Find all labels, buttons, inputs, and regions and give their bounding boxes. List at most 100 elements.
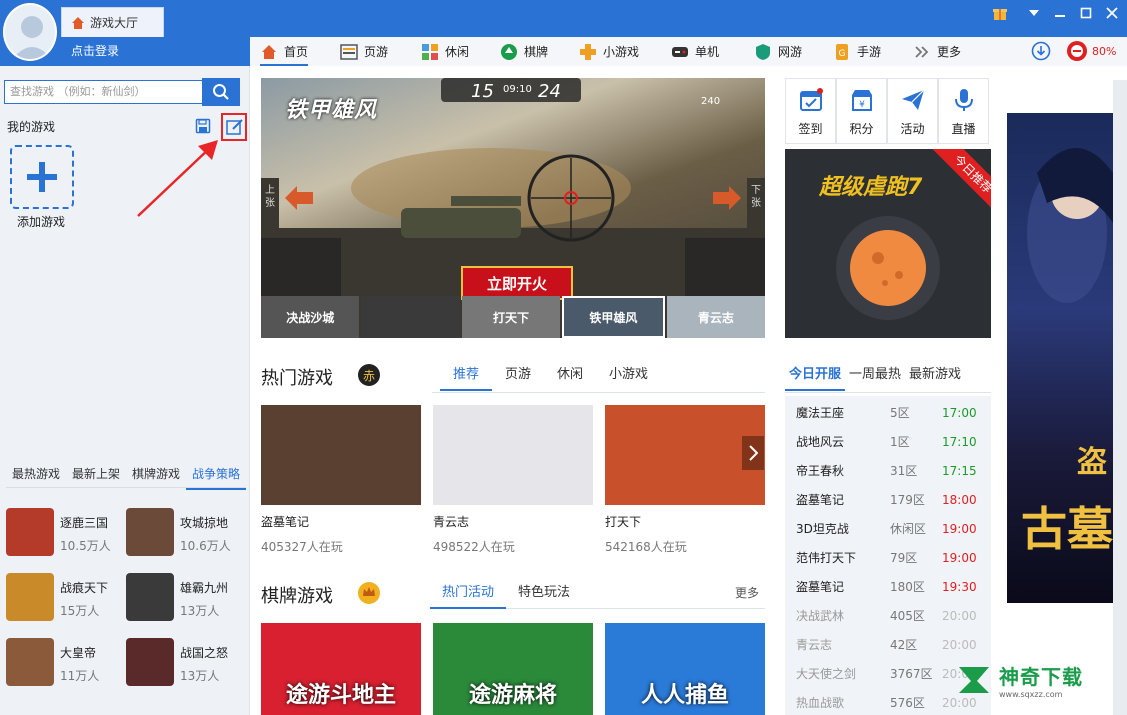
banner-thumbnail[interactable] xyxy=(361,296,460,338)
nav-item-label: 首页 xyxy=(284,45,309,59)
chess-tab-0[interactable]: 热门活动 xyxy=(430,580,507,609)
more-link[interactable]: 更多 xyxy=(735,584,759,601)
hot-tab-3[interactable]: 小游戏 xyxy=(596,362,661,388)
server-tab-2[interactable]: 最新游戏 xyxy=(905,362,965,388)
banner-prev-button[interactable]: 上张 xyxy=(261,178,279,230)
left-tab-0[interactable]: 最热游戏 xyxy=(6,461,66,487)
scrollbar[interactable] xyxy=(1113,80,1127,715)
close-button[interactable] xyxy=(1102,4,1122,22)
server-tab-1[interactable]: 一周最热 xyxy=(845,362,905,388)
left-category-tabs: 最热游戏 最新上架 棋牌游戏 战争策略 xyxy=(6,461,246,490)
quick-shop-button[interactable]: ¥ 积分 xyxy=(836,78,887,144)
gift-icon[interactable] xyxy=(990,4,1010,22)
save-icon[interactable] xyxy=(195,118,211,137)
side-ad[interactable]: 盗 古墓 xyxy=(1007,113,1113,603)
nav-item-6[interactable]: 网游 xyxy=(754,37,802,66)
arrow-right-icon[interactable] xyxy=(711,186,741,213)
server-zone: 1区 xyxy=(890,435,910,449)
search-input[interactable]: 查找游戏 （例如：新仙剑） xyxy=(4,80,202,104)
left-game-item[interactable]: 雄霸九州 13万人 xyxy=(126,573,228,621)
avatar[interactable] xyxy=(3,3,57,61)
left-game-item[interactable]: 逐鹿三国 10.5万人 xyxy=(6,508,111,556)
banner-next-button[interactable]: 下张 xyxy=(747,178,765,230)
add-game-button[interactable] xyxy=(10,145,74,209)
hot-game-card[interactable]: 打天下 542168人在玩 xyxy=(605,405,765,555)
banner-thumbnail[interactable]: 决战沙城 xyxy=(261,296,360,338)
divider xyxy=(432,392,765,393)
server-row[interactable]: 大天使之剑 3767区 20:00 xyxy=(796,659,981,688)
game-player-count: 10.5万人 xyxy=(60,539,111,553)
nav-item-0[interactable]: 首页 xyxy=(260,37,309,66)
server-game-name: 3D坦克战 xyxy=(796,522,849,536)
menu-dropdown-icon[interactable] xyxy=(1024,4,1044,22)
hot-game-card[interactable]: 盗墓笔记 405327人在玩 xyxy=(261,405,421,555)
ad-art xyxy=(1027,148,1113,303)
server-zone: 31区 xyxy=(890,464,918,478)
server-row[interactable]: 帝王春秋 31区 17:15 xyxy=(796,456,981,485)
game-players: 405327人在玩 xyxy=(261,540,343,554)
left-tab-2[interactable]: 棋牌游戏 xyxy=(126,461,186,487)
minimize-button[interactable] xyxy=(1050,4,1070,22)
chess-games-title: 棋牌游戏 xyxy=(261,586,333,607)
game-cover xyxy=(605,405,765,505)
banner-carousel[interactable]: 15 09:10 24 铁甲雄风 240 上张 下张 立即开火 决战沙城 打天下铁… xyxy=(261,78,765,338)
nav-item-label: 页游 xyxy=(364,45,389,59)
nav-item-2[interactable]: 休闲 xyxy=(421,37,469,66)
game-title: 青云志 xyxy=(433,515,470,529)
tab-game-hall[interactable]: 游戏大厅 xyxy=(61,7,164,37)
chess-game-card[interactable]: 人人捕鱼 xyxy=(605,623,765,715)
server-row[interactable]: 青云志 42区 20:00 xyxy=(796,630,981,659)
server-open-time: 17:10 xyxy=(942,434,977,449)
hot-game-card[interactable]: 青云志 498522人在玩 xyxy=(433,405,593,555)
search-button[interactable] xyxy=(202,78,240,106)
promo-card[interactable]: 超级虐跑7 今日推荐 xyxy=(785,149,991,338)
hot-next-button[interactable] xyxy=(742,436,764,470)
server-row[interactable]: 盗墓笔记 180区 19:30 xyxy=(796,572,981,601)
banner-thumbnail[interactable]: 打天下 xyxy=(461,296,561,338)
banner-thumbnail[interactable]: 铁甲雄风 xyxy=(562,296,665,338)
server-row[interactable]: 战地风云 1区 17:10 xyxy=(796,427,981,456)
left-game-item[interactable]: 大皇帝 11万人 xyxy=(6,638,99,686)
nav-item-8[interactable]: 更多 xyxy=(913,37,961,66)
server-row[interactable]: 决战武林 405区 20:00 xyxy=(796,601,981,630)
login-link[interactable]: 点击登录 xyxy=(71,42,119,59)
nav-item-label: 棋牌 xyxy=(524,45,549,59)
left-tab-3[interactable]: 战争策略 xyxy=(186,461,246,490)
performance-indicator[interactable]: 80% xyxy=(1066,40,1116,62)
arrow-left-icon[interactable] xyxy=(285,186,315,213)
server-row[interactable]: 魔法王座 5区 17:00 xyxy=(796,398,981,427)
left-game-item[interactable]: 攻城掠地 10.6万人 xyxy=(126,508,231,556)
chess-game-card[interactable]: 途游麻将 xyxy=(433,623,593,715)
quick-microphone-button[interactable]: 直播 xyxy=(938,78,989,144)
banner-thumbnail[interactable]: 青云志 xyxy=(666,296,765,338)
left-tab-1[interactable]: 最新上架 xyxy=(66,461,126,487)
web-game-icon xyxy=(340,43,358,61)
fire-now-button[interactable]: 立即开火 xyxy=(461,266,573,300)
server-row[interactable]: 范伟打天下 79区 19:00 xyxy=(796,543,981,572)
nav-item-4[interactable]: 小游戏 xyxy=(579,37,639,66)
server-row[interactable]: 3D坦克战 休闲区 19:00 xyxy=(796,514,981,543)
server-tab-0[interactable]: 今日开服 xyxy=(785,362,846,391)
quick-paper-plane-button[interactable]: 活动 xyxy=(887,78,938,144)
hot-tab-2[interactable]: 休闲 xyxy=(544,362,596,388)
nav-item-7[interactable]: G 手游 xyxy=(833,37,881,66)
left-game-item[interactable]: 战痕天下 15万人 xyxy=(6,573,108,621)
server-row[interactable]: 热血战歌 576区 20:00 xyxy=(796,688,981,715)
nav-item-1[interactable]: 页游 xyxy=(340,37,388,66)
game-thumbnail xyxy=(126,573,174,621)
chess-tab-1[interactable]: 特色玩法 xyxy=(506,580,582,606)
server-zone: 576区 xyxy=(890,696,925,710)
nav-item-5[interactable]: 单机 xyxy=(671,37,719,66)
hot-tab-0[interactable]: 推荐 xyxy=(440,362,493,391)
hot-tab-1[interactable]: 页游 xyxy=(492,362,544,388)
server-row[interactable]: 盗墓笔记 179区 18:00 xyxy=(796,485,981,514)
home-icon xyxy=(72,16,84,29)
maximize-button[interactable] xyxy=(1076,4,1096,22)
left-game-item[interactable]: 战国之怒 13万人 xyxy=(126,638,228,686)
chess-game-card[interactable]: 途游斗地主 xyxy=(261,623,421,715)
nav-item-3[interactable]: 棋牌 xyxy=(500,37,548,66)
download-icon[interactable] xyxy=(1031,41,1051,64)
server-game-name: 青云志 xyxy=(796,638,833,652)
nav-item-label: 更多 xyxy=(937,45,962,59)
quick-calendar-button[interactable]: 签到 xyxy=(785,78,836,144)
